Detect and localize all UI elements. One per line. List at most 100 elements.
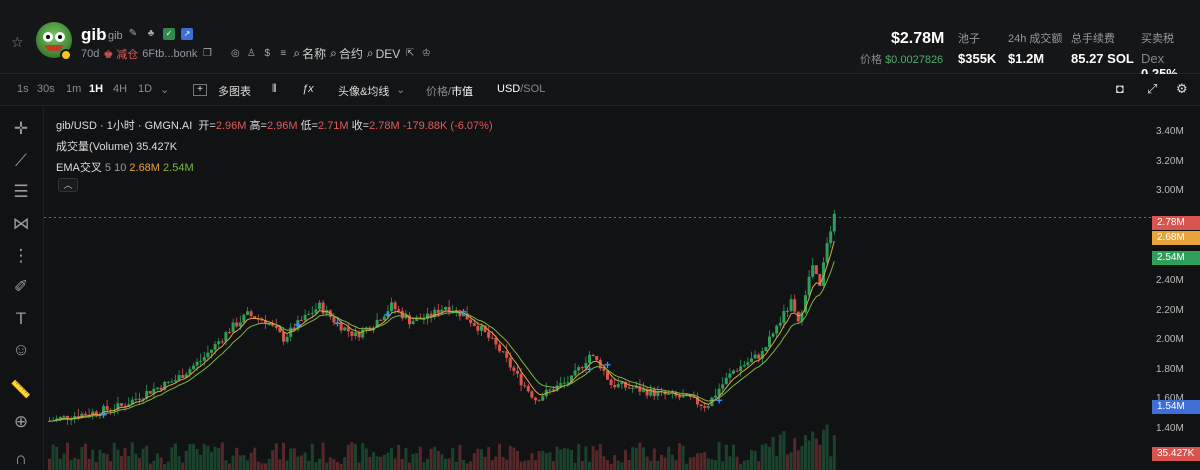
add-chart-icon[interactable]: + (193, 84, 207, 96)
pattern-icon[interactable]: ⋈ (10, 213, 32, 235)
volume-bar (422, 462, 426, 470)
avatar-badge-icon (60, 49, 72, 61)
fullscreen-icon[interactable]: ⤢ (1147, 81, 1157, 97)
search-contract-link[interactable]: ⌕ 合约 (330, 45, 363, 62)
candle-body (444, 307, 447, 310)
interval-4h[interactable]: 4H (113, 83, 127, 95)
camera-icon[interactable]: ◘ (1116, 81, 1124, 96)
volume-bar (166, 461, 170, 470)
avatar-ema-dropdown-icon[interactable]: ⌄ (396, 83, 405, 96)
volume-bar (325, 462, 329, 470)
low-price-tag: 1.54M (1152, 400, 1200, 414)
interval-1h[interactable]: 1H (89, 83, 103, 95)
website-icon[interactable]: ◎ (229, 48, 241, 60)
volume-bar (238, 455, 242, 470)
collapse-legend-icon[interactable]: ︿ (58, 178, 78, 192)
brush-icon[interactable]: ✐ (10, 276, 32, 298)
candle-body (631, 388, 635, 390)
interval-1s[interactable]: 1s (17, 83, 29, 95)
trend-line-icon[interactable]: ⟋ (10, 150, 32, 172)
currency-toggle[interactable]: USD/SOL (497, 83, 545, 95)
volume-bar (231, 455, 235, 470)
link-icon[interactable]: ↗ (181, 28, 193, 40)
emoji-icon[interactable]: ☺ (10, 339, 32, 361)
volume-stat: 24h 成交额 $1.2M (1008, 33, 1063, 66)
crown-icon[interactable]: ♔ (420, 48, 432, 60)
volume-bar (447, 458, 451, 470)
volume-bar (573, 462, 577, 470)
candle-body (480, 325, 483, 331)
candle-type-icon[interactable]: ⫴ (272, 83, 277, 96)
volume-bar (321, 442, 325, 470)
volume-bar (184, 450, 188, 470)
volume-bar (620, 462, 624, 470)
volume-bar (811, 431, 815, 470)
candle-body (303, 314, 307, 321)
avatar-ema-button[interactable]: 头像&均线 (338, 83, 389, 99)
volume-bar (674, 460, 678, 470)
crosshair-icon[interactable]: ✛ (10, 118, 32, 140)
price-toggle[interactable]: 价格/市值 (426, 83, 473, 99)
user-icon[interactable]: ♙ (245, 48, 257, 60)
volume-bar (181, 462, 185, 470)
volume-bar (714, 460, 717, 470)
volume-bar (408, 462, 411, 470)
interval-1m[interactable]: 1m (66, 83, 81, 95)
candle-body (512, 367, 516, 371)
ruler-icon[interactable]: 📏 (10, 379, 32, 401)
volume-bar (667, 446, 671, 470)
volume-bar (703, 452, 707, 470)
search-icon: ⌕ (330, 46, 337, 60)
candle-body (732, 370, 735, 374)
horizontal-lines-icon[interactable]: ☰ (10, 181, 32, 203)
holders-icon[interactable]: ♣ (145, 28, 157, 40)
volume-bar (336, 461, 339, 470)
volume-bar (73, 457, 77, 470)
volume-bar (656, 461, 660, 470)
volume-bar (454, 461, 458, 470)
ema-cross-marker: + (384, 308, 391, 322)
candlestick-chart[interactable]: + + + + + + + + (44, 107, 1152, 470)
settings-gear-icon[interactable]: ⚙ (1176, 81, 1188, 97)
candle-body (274, 325, 278, 328)
candle-body (379, 319, 383, 321)
ema-cross-marker: + (100, 408, 107, 422)
fib-icon[interactable]: ⋮ (10, 245, 32, 267)
volume-bar (501, 457, 505, 470)
candle-body (307, 313, 311, 315)
dollar-icon[interactable]: $ (261, 48, 273, 60)
interval-1d[interactable]: 1D (138, 83, 152, 95)
text-icon[interactable]: T (10, 308, 32, 330)
volume-bar (566, 448, 570, 470)
volume-bar (570, 449, 573, 470)
candle-body (170, 381, 174, 383)
volume-legend: 成交量(Volume) 35.427K (56, 141, 178, 153)
list-icon[interactable]: ≡ (277, 48, 289, 60)
edit-icon[interactable]: ✎ (127, 28, 139, 40)
volume-bar (555, 446, 559, 470)
contract-address: 6Ftb...bonk (142, 47, 198, 60)
search-name-link[interactable]: ⌕ 名称 (293, 45, 326, 62)
volume-bar (368, 456, 372, 470)
ema-cross-marker: + (294, 318, 301, 332)
candle-body (724, 377, 728, 385)
candle-body (757, 354, 761, 359)
external-link-icon[interactable]: ⇱ (404, 48, 416, 60)
favorite-star-icon[interactable]: ☆ (11, 34, 24, 51)
interval-30s[interactable]: 30s (37, 83, 55, 95)
volume-bar (652, 448, 656, 470)
indicators-icon[interactable]: ƒx (302, 83, 314, 95)
candle-body (393, 302, 397, 310)
multi-chart-button[interactable]: 多图表 (218, 83, 251, 99)
zoom-in-icon[interactable]: ⊕ (10, 411, 32, 433)
magnet-icon[interactable]: ∩ (10, 448, 32, 470)
candle-body (501, 351, 505, 353)
copy-icon[interactable]: ❐ (201, 48, 213, 60)
token-age: 70d (81, 47, 100, 60)
axis-tick: 3.20M (1156, 156, 1184, 167)
candle-body (771, 333, 775, 337)
volume-bar (818, 444, 822, 470)
search-dev-link[interactable]: ⌕ DEV (367, 46, 400, 61)
interval-dropdown-icon[interactable]: ⌄ (160, 83, 169, 96)
volume-bar (217, 448, 221, 470)
